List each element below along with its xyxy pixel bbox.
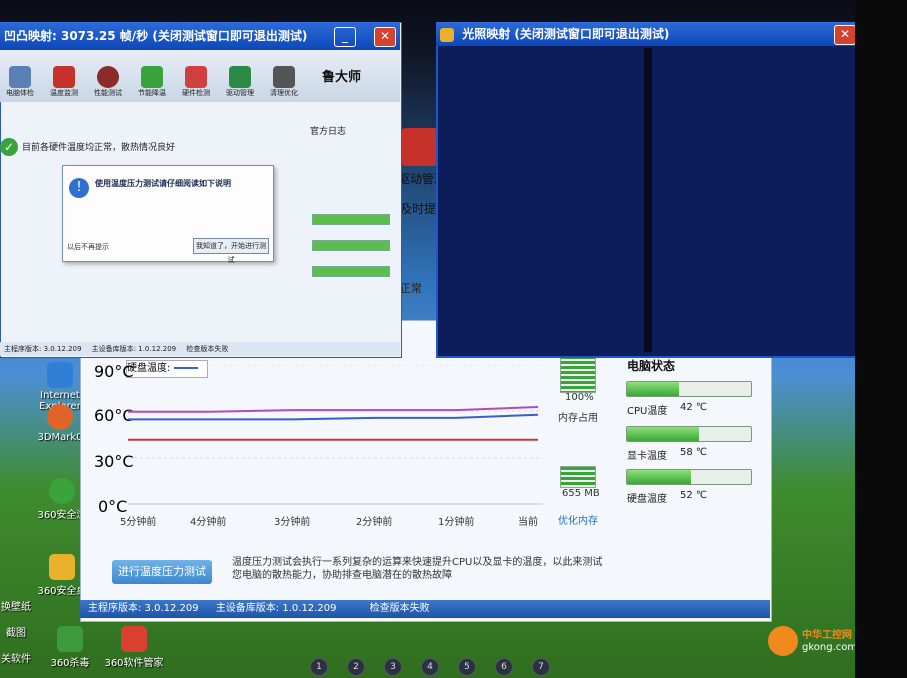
x-tick-5min: 5分钟前	[120, 517, 157, 528]
health-text: 目前各硬件温度均正常，散热情况良好	[22, 143, 176, 153]
page-dot[interactable]: 3	[384, 658, 402, 676]
3dmark-glyph-icon	[47, 404, 73, 430]
memory-label: 内存占用	[558, 413, 598, 424]
computer-status-title: 电脑状态	[627, 359, 676, 373]
check-ok-icon: ✓	[0, 138, 18, 156]
optimize-memory-link[interactable]: 优化内存	[558, 512, 598, 527]
360-software-manager-glyph-icon	[121, 626, 147, 652]
watermark-url: gkong.com	[802, 642, 858, 653]
360-browser-glyph-icon	[49, 478, 75, 504]
360-desktop-glyph-icon	[49, 554, 75, 580]
front-update-status: 检查版本失败	[186, 345, 229, 353]
stress-test-button[interactable]: 进行温度压力测试	[112, 560, 212, 584]
cpu-temp-bar-fill	[627, 382, 680, 396]
taskbar-pager: 1 2 3 4 5 6 7	[260, 658, 630, 678]
front-status-bar: 主程序版本: 3.0.12.209 主设备库版本: 1.0.12.209 检查版…	[0, 342, 400, 356]
cleanup-icon	[273, 66, 295, 88]
x-tick-4min: 4分钟前	[190, 517, 227, 528]
db-version: 主设备库版本: 1.0.12.209	[215, 603, 337, 614]
toolbar-items: 电脑体检 温度监测 性能测试 节能降温 硬件检测 驱动管理 清理优化	[0, 66, 304, 98]
checkup-icon	[9, 66, 31, 88]
page-dot[interactable]: 5	[458, 658, 476, 676]
close-software-icon[interactable]: 关软件	[0, 650, 40, 665]
stress-test-dialog: ! 使用温度压力测试请仔细阅读如下说明 以后不再提示 我知道了，开始进行测试	[62, 165, 274, 264]
cpu-temp-bar	[626, 381, 752, 397]
memory-usage-meter	[560, 466, 596, 488]
x-tick-1min: 1分钟前	[438, 517, 475, 528]
x-tick-2min: 2分钟前	[356, 517, 393, 528]
dialog-ok-button[interactable]: 我知道了，开始进行测试	[193, 238, 269, 264]
screenshot-icon[interactable]: 截图	[0, 624, 40, 639]
front-db-version: 主设备库版本: 1.0.12.209	[91, 345, 177, 353]
watermark-text: 中华工控网	[802, 630, 852, 641]
stress-test-description: 温度压力测试会执行一系列复杂的运算来快速提升CPU以及显卡的温度，以此来测试您电…	[232, 557, 603, 581]
toolbar-item[interactable]: 性能测试	[88, 66, 128, 98]
toolbar-item[interactable]: 驱动管理	[220, 66, 260, 98]
page-dot[interactable]: 4	[421, 658, 439, 676]
side-bar-1	[312, 214, 390, 225]
light-close-button[interactable]: ✕	[834, 25, 856, 45]
gpu-temp-bar-fill	[627, 427, 699, 441]
monitor-bezel	[855, 0, 907, 678]
toolbar-item[interactable]: 温度监测	[44, 66, 84, 98]
360-antivirus-glyph-icon	[57, 626, 83, 652]
cpu-temp-label: CPU温度	[627, 406, 668, 417]
normal-status-label: 正常	[400, 282, 422, 295]
side-bar-3	[312, 266, 390, 277]
hdd-temp-bar-fill	[627, 470, 692, 484]
dialog-title: 使用温度压力测试请仔细阅读如下说明	[95, 179, 231, 188]
ie-glyph-icon	[47, 362, 73, 388]
360-antivirus-icon[interactable]: 360杀毒	[40, 626, 100, 669]
side-bar-2	[312, 240, 390, 251]
driver-manager-icon[interactable]	[400, 128, 440, 166]
page-dot[interactable]: 2	[347, 658, 365, 676]
temperature-series-line	[128, 413, 539, 421]
x-tick-3min: 3分钟前	[274, 517, 311, 528]
temperature-icon	[53, 66, 75, 88]
gpu-temp-bar	[626, 426, 752, 442]
side-panel-title: 官方日志	[310, 127, 347, 137]
page-dot[interactable]: 7	[532, 658, 550, 676]
memory-value: 655 MB	[562, 488, 600, 499]
energy-icon	[141, 66, 163, 88]
app-icon	[440, 27, 454, 42]
cpu-usage-value: 100%	[565, 392, 594, 403]
render-seam	[644, 48, 652, 352]
hdd-temp-value: 52 ℃	[680, 490, 708, 501]
toolbar-item[interactable]: 电脑体检	[0, 66, 40, 98]
hdd-temp-label: 硬盘温度	[627, 494, 667, 505]
minimize-button[interactable]: _	[334, 27, 356, 47]
driver-icon	[229, 66, 251, 88]
360-software-manager-icon[interactable]: 360软件管家	[104, 626, 164, 669]
light-mapping-window	[436, 22, 862, 358]
temperature-line-chart	[128, 365, 543, 505]
gpu-temp-label: 显卡温度	[627, 451, 667, 462]
toolbar-item[interactable]: 清理优化	[264, 66, 304, 98]
wallpaper-icon[interactable]: 换壁纸	[0, 598, 40, 613]
hdd-temp-bar	[626, 469, 752, 485]
update-status[interactable]: 检查版本失败	[370, 603, 430, 614]
cpu-usage-meter	[560, 355, 596, 393]
page-dot[interactable]: 1	[310, 658, 328, 676]
brand-logo: 鲁大师	[322, 70, 362, 85]
dialog-dont-show-checkbox[interactable]: 以后不再提示	[67, 242, 109, 252]
light-mapping-title-bar: 光照映射 (关闭测试窗口即可退出测试)	[436, 22, 858, 46]
toolbar-item[interactable]: 节能降温	[132, 66, 172, 98]
status-bar: 主程序版本: 3.0.12.209 主设备库版本: 1.0.12.209 检查版…	[80, 600, 770, 618]
gear-icon	[768, 626, 798, 656]
hardware-icon	[185, 66, 207, 88]
toolbar-item[interactable]: 硬件检测	[176, 66, 216, 98]
performance-icon	[97, 66, 119, 88]
main-version: 主程序版本: 3.0.12.209	[88, 603, 199, 614]
x-tick-now: 当前	[518, 517, 538, 528]
front-main-version: 主程序版本: 3.0.12.209	[4, 345, 82, 353]
bump-mapping-title: 凹凸映射: 3073.25 帧/秒 (关闭测试窗口即可退出测试)	[4, 29, 308, 43]
info-icon: !	[69, 178, 89, 198]
cpu-temp-value: 42 ℃	[680, 402, 708, 413]
close-button[interactable]: ✕	[374, 27, 396, 47]
light-mapping-title: 光照映射 (关闭测试窗口即可退出测试)	[462, 27, 670, 41]
gpu-temp-value: 58 ℃	[680, 447, 708, 458]
page-dot[interactable]: 6	[495, 658, 513, 676]
